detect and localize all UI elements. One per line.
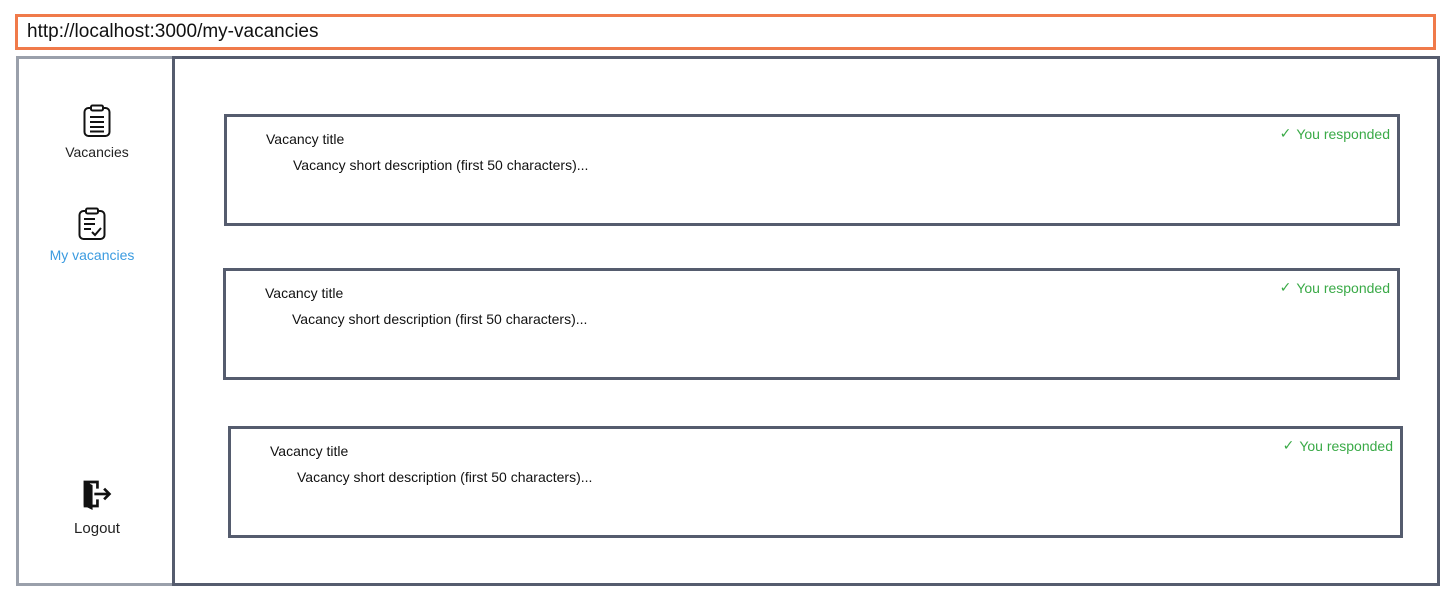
clipboard-check-icon: [76, 207, 108, 241]
vacancy-list: Vacancy title Vacancy short description …: [172, 56, 1440, 586]
vacancy-card[interactable]: Vacancy title Vacancy short description …: [224, 114, 1400, 226]
sidebar-item-my-vacancies[interactable]: My vacancies: [14, 207, 170, 263]
vacancy-title: Vacancy title: [265, 285, 344, 301]
address-bar-url[interactable]: http://localhost:3000/my-vacancies: [27, 21, 319, 43]
sidebar-item-label: My vacancies: [49, 247, 135, 263]
status-label: You responded: [1296, 125, 1390, 142]
clipboard-list-icon: [81, 104, 113, 138]
status-label: You responded: [1296, 279, 1390, 296]
vacancy-description: Vacancy short description (first 50 char…: [292, 311, 588, 327]
status-label: You responded: [1299, 437, 1393, 454]
vacancy-card[interactable]: Vacancy title Vacancy short description …: [228, 426, 1403, 538]
sidebar-item-vacancies[interactable]: Vacancies: [19, 104, 175, 160]
sidebar-item-label: Logout: [74, 520, 120, 537]
checkmark-icon: ✓: [1279, 125, 1292, 141]
checkmark-icon: ✓: [1282, 437, 1295, 453]
vacancy-description: Vacancy short description (first 50 char…: [297, 469, 593, 485]
logout-door-icon: [81, 477, 113, 511]
sidebar-item-label: Vacancies: [65, 144, 129, 160]
sidebar-item-logout[interactable]: Logout: [19, 477, 175, 537]
sidebar: Vacancies My vacancies Logout: [16, 56, 175, 586]
status-badge: ✓ You responded: [1280, 279, 1390, 296]
status-badge: ✓ You responded: [1283, 437, 1393, 454]
vacancy-title: Vacancy title: [266, 131, 345, 147]
status-badge: ✓ You responded: [1280, 125, 1390, 142]
address-bar[interactable]: http://localhost:3000/my-vacancies: [15, 14, 1436, 50]
vacancy-description: Vacancy short description (first 50 char…: [293, 157, 589, 173]
vacancy-title: Vacancy title: [270, 443, 349, 459]
checkmark-icon: ✓: [1279, 279, 1292, 295]
vacancy-card[interactable]: Vacancy title Vacancy short description …: [223, 268, 1400, 380]
